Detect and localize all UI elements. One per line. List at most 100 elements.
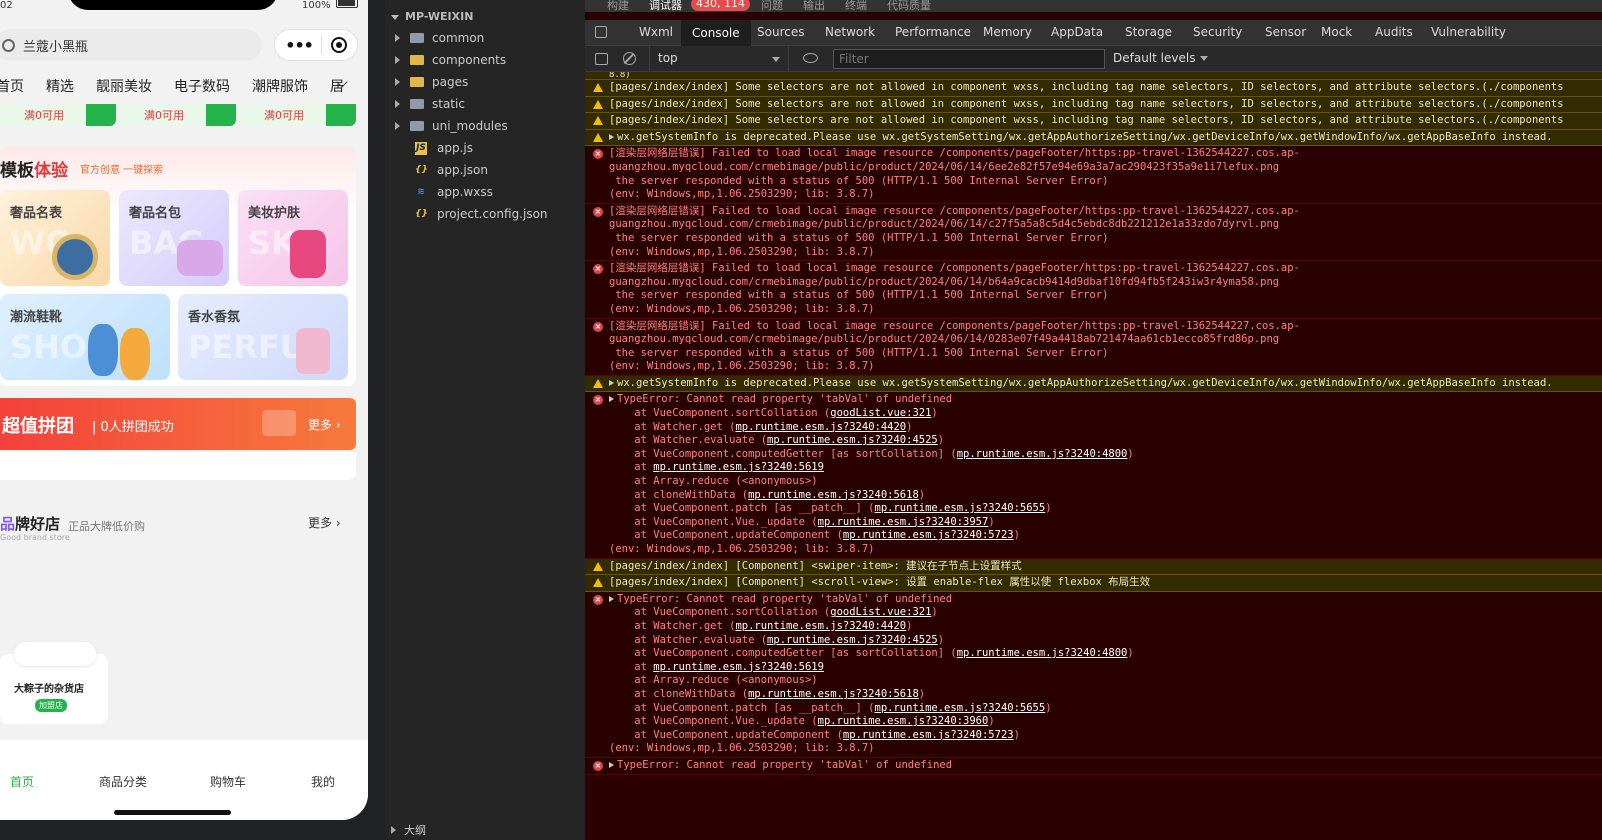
tabbar-mine[interactable]: 我的 — [311, 773, 335, 790]
expand-triangle-icon[interactable] — [609, 396, 614, 403]
tab-digital[interactable]: 电子数码 — [174, 76, 230, 96]
file-app-wxss[interactable]: ≋ app.wxss — [415, 182, 493, 202]
log-line: TypeError: Cannot read property 'tabVal'… — [609, 393, 1602, 407]
tab-network[interactable]: Network — [825, 25, 875, 39]
tab-problems[interactable]: 问题 — [761, 0, 783, 13]
source-link[interactable]: mp.runtime.esm.js?3240:5723 — [843, 529, 1014, 541]
sidebar-toggle-icon[interactable] — [595, 53, 608, 65]
tile-shoes[interactable]: 潮流鞋靴 SHO — [0, 294, 170, 380]
tab-storage[interactable]: Storage — [1125, 25, 1172, 39]
log-line: [pages/index/index] [Component] <swiper-… — [609, 560, 1602, 574]
tab-fashion[interactable]: 潮牌服饰 — [252, 76, 308, 96]
tab-terminal[interactable]: 终端 — [845, 0, 867, 13]
tab-mock[interactable]: Mock — [1321, 25, 1352, 39]
error-icon: × — [593, 594, 603, 605]
tab-debugger[interactable]: 调试器 — [649, 0, 682, 13]
tab-beauty[interactable]: 靓丽美妆 — [96, 76, 152, 96]
tabbar-home[interactable]: 首页 — [10, 773, 34, 790]
search-bar[interactable]: 兰蔻小黑瓶 — [0, 29, 262, 61]
expand-triangle-icon[interactable] — [609, 761, 614, 768]
source-link[interactable]: mp.runtime.esm.js?3240:5655 — [875, 502, 1046, 514]
close-target-icon[interactable] — [330, 37, 347, 53]
coupon-card[interactable]: 满0可用 — [240, 104, 356, 126]
tab-console[interactable]: Console — [681, 20, 751, 46]
capsule-divider — [321, 36, 323, 54]
bottom-tabbar: 首页 商品分类 购物车 我的 — [0, 740, 368, 820]
tab-wxml[interactable]: Wxml — [639, 25, 673, 39]
source-link[interactable]: mp.runtime.esm.js?3240:4800 — [957, 448, 1128, 460]
tab-vulnerability[interactable]: Vulnerability — [1431, 25, 1506, 39]
source-link[interactable]: mp.runtime.esm.js?3240:4800 — [957, 647, 1128, 659]
explorer-root[interactable]: MP-WEIXIN — [391, 10, 473, 23]
source-link[interactable]: mp.runtime.esm.js?3240:5618 — [748, 489, 919, 501]
source-link[interactable]: mp.runtime.esm.js?3240:5655 — [875, 702, 1046, 714]
source-link[interactable]: mp.runtime.esm.js?3240:3960 — [818, 715, 989, 727]
console-warning[interactable]: wx.getSystemInfo is deprecated.Please us… — [585, 375, 1602, 393]
tab-performance[interactable]: Performance — [895, 25, 971, 39]
expand-triangle-icon[interactable] — [609, 379, 614, 386]
source-link[interactable]: mp.runtime.esm.js?3240:4420 — [735, 620, 906, 632]
tab-appdata[interactable]: AppData — [1051, 25, 1103, 39]
source-link[interactable]: mp.runtime.esm.js?3240:5723 — [843, 729, 1014, 741]
source-link[interactable]: mp.runtime.esm.js?3240:4420 — [735, 421, 906, 433]
tile-luxury-watch[interactable]: 奢品名表 WO — [0, 190, 110, 286]
file-app-js[interactable]: JS app.js — [415, 138, 473, 158]
tab-output[interactable]: 输出 — [803, 0, 825, 13]
source-link[interactable]: mp.runtime.esm.js?3240:5619 — [653, 661, 824, 673]
more-icon[interactable]: ••• — [285, 36, 314, 55]
source-link[interactable]: mp.runtime.esm.js?3240:4525 — [767, 634, 938, 646]
console-error[interactable]: × TypeError: Cannot read property 'tabVal… — [585, 591, 1602, 758]
devtools-panel-tabs: Wxml Console Sources Network Performance… — [585, 20, 1602, 46]
brand-more[interactable]: 更多 › — [308, 514, 341, 531]
clear-console-icon[interactable] — [623, 52, 636, 65]
tabbar-category[interactable]: 商品分类 — [99, 773, 147, 790]
inspect-element-icon[interactable] — [595, 26, 607, 38]
expand-triangle-icon[interactable] — [609, 595, 614, 602]
file-project-config[interactable]: {} project.config.json — [415, 204, 548, 224]
source-link[interactable]: mp.runtime.esm.js?3240:5618 — [748, 688, 919, 700]
source-link[interactable]: mp.runtime.esm.js?3240:3957 — [818, 516, 989, 528]
folder-common[interactable]: common — [395, 28, 484, 48]
log-text: at VueComponent.updateComponent (mp.runt… — [609, 529, 1020, 542]
eye-icon[interactable] — [803, 53, 818, 63]
console-warning[interactable]: wx.getSystemInfo is deprecated.Please us… — [585, 129, 1602, 147]
tab-sensor[interactable]: Sensor — [1265, 25, 1306, 39]
tab-security[interactable]: Security — [1193, 25, 1242, 39]
tile-skincare[interactable]: 美妆护肤 SKI — [238, 190, 348, 286]
console-warning: [pages/index/index] [Component] <scroll-… — [585, 575, 1602, 592]
folder-pages[interactable]: pages — [395, 72, 468, 92]
folder-static[interactable]: static — [395, 94, 465, 114]
console-error[interactable]: × TypeError: Cannot read property 'tabVal… — [585, 392, 1602, 559]
tab-featured[interactable]: 精选 — [46, 76, 74, 96]
group-buy-banner[interactable]: 超值拼团 | 0人拼团成功 更多 › — [0, 398, 356, 450]
coupon-card[interactable]: 满0可用 — [120, 104, 236, 126]
context-selector[interactable]: top — [649, 46, 789, 72]
tab-audits[interactable]: Audits — [1375, 25, 1413, 39]
source-link[interactable]: goodList.vue:321 — [830, 407, 931, 419]
warning-icon — [593, 83, 603, 92]
devtools-panel: 构建 调试器 430, 114 问题 输出 终端 代码质量 Wxml Conso… — [585, 0, 1602, 840]
tab-build[interactable]: 构建 — [607, 0, 629, 13]
source-link[interactable]: mp.runtime.esm.js?3240:5619 — [653, 461, 824, 473]
tile-luxury-bag[interactable]: 奢品名包 BAG — [119, 190, 229, 286]
console-error[interactable]: × TypeError: Cannot read property 'tabVal… — [585, 757, 1602, 775]
folder-uni-modules[interactable]: uni_modules — [395, 116, 508, 136]
expand-triangle-icon[interactable] — [609, 133, 614, 140]
file-app-json[interactable]: {} app.json — [415, 160, 488, 180]
folder-components[interactable]: components — [395, 50, 506, 70]
outline-section[interactable]: 大纲 — [391, 822, 426, 838]
tab-home[interactable]: 首页 — [0, 76, 24, 96]
log-line: [pages/index/index] Some selectors are n… — [609, 81, 1602, 95]
tab-sources[interactable]: Sources — [757, 25, 804, 39]
log-line: [渲染层网络层错误] Failed to load local image re… — [609, 205, 1602, 219]
filter-input[interactable] — [833, 49, 1105, 69]
tab-memory[interactable]: Memory — [983, 25, 1032, 39]
group-buy-more[interactable]: 更多 › — [308, 416, 341, 433]
tabbar-cart[interactable]: 购物车 — [210, 773, 246, 790]
coupon-card[interactable]: 满0可用 — [0, 104, 116, 126]
source-link[interactable]: mp.runtime.esm.js?3240:4525 — [767, 434, 938, 446]
source-link[interactable]: goodList.vue:321 — [830, 606, 931, 618]
log-levels-dropdown[interactable]: Default levels — [1113, 51, 1208, 65]
tile-perfume[interactable]: 香水香氛 PERFU — [178, 294, 348, 380]
tab-code-quality[interactable]: 代码质量 — [887, 0, 931, 13]
